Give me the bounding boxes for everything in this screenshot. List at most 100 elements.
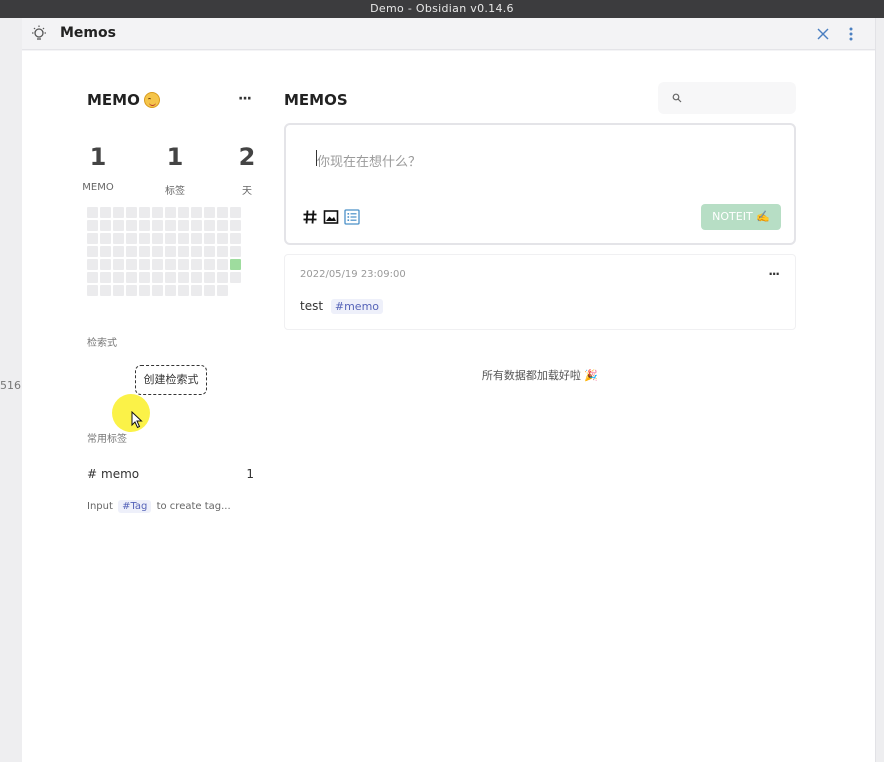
heatmap-cell[interactable] [139, 246, 150, 257]
heatmap-cell[interactable] [230, 246, 241, 257]
heatmap-cell[interactable] [165, 207, 176, 218]
heatmap-cell[interactable] [100, 246, 111, 257]
close-icon[interactable] [814, 25, 832, 43]
heatmap-cell[interactable] [178, 272, 189, 283]
heatmap-cell[interactable] [191, 220, 202, 231]
tag-item-memo[interactable]: # memo 1 [87, 467, 255, 485]
heatmap-cell[interactable] [126, 259, 137, 270]
heatmap-cell[interactable] [191, 285, 202, 296]
heatmap-cell[interactable] [191, 272, 202, 283]
heatmap-cell[interactable] [126, 220, 137, 231]
heatmap-cell[interactable] [126, 233, 137, 244]
heatmap-cell[interactable] [126, 285, 137, 296]
hash-icon[interactable] [302, 209, 318, 225]
heatmap-cell[interactable] [230, 207, 241, 218]
heatmap-cell[interactable] [152, 207, 163, 218]
heatmap-cell[interactable] [191, 233, 202, 244]
heatmap-cell[interactable] [165, 233, 176, 244]
heatmap-cell[interactable] [230, 220, 241, 231]
heatmap-cell[interactable] [178, 285, 189, 296]
memo-editor[interactable]: 你现在在想什么？ NOTEIT ✍️ [284, 123, 796, 245]
more-vertical-icon[interactable] [846, 25, 856, 43]
heatmap-cell[interactable] [191, 207, 202, 218]
heatmap-cell[interactable] [204, 246, 215, 257]
heatmap-cell[interactable] [113, 272, 124, 283]
heatmap-cell[interactable] [217, 272, 228, 283]
noteit-button[interactable]: NOTEIT ✍️ [701, 204, 781, 230]
heatmap-cell[interactable] [113, 233, 124, 244]
heatmap-cell[interactable] [204, 272, 215, 283]
heatmap-cell[interactable] [100, 207, 111, 218]
heatmap-cell[interactable] [217, 220, 228, 231]
heatmap-cell[interactable] [191, 246, 202, 257]
heatmap-cell[interactable] [165, 272, 176, 283]
memo-content: test #memo [300, 299, 384, 314]
heatmap-cell[interactable] [217, 207, 228, 218]
heatmap-cell[interactable] [87, 220, 98, 231]
heatmap-cell[interactable] [217, 259, 228, 270]
heatmap-cell[interactable] [113, 259, 124, 270]
heatmap-cell[interactable] [217, 285, 228, 296]
heatmap-cell[interactable] [100, 220, 111, 231]
heatmap-cell[interactable] [139, 285, 150, 296]
heatmap-cell[interactable] [87, 272, 98, 283]
heatmap-cell[interactable] [191, 259, 202, 270]
heatmap-cell[interactable] [139, 272, 150, 283]
heatmap-cell[interactable] [87, 259, 98, 270]
heatmap-cell[interactable] [204, 207, 215, 218]
heatmap-cell[interactable] [87, 246, 98, 257]
heatmap-cell[interactable] [139, 259, 150, 270]
heatmap-cell[interactable] [126, 246, 137, 257]
smiley-emoji-icon [144, 92, 160, 108]
heatmap-cell[interactable] [230, 233, 241, 244]
heatmap-cell[interactable] [230, 259, 241, 270]
heatmap-cell[interactable] [152, 233, 163, 244]
heatmap-cell[interactable] [113, 220, 124, 231]
list-icon[interactable] [344, 209, 360, 225]
heatmap-cell[interactable] [126, 272, 137, 283]
heatmap-cell[interactable] [178, 246, 189, 257]
tag-hint: Input #Tag to create tag... [87, 500, 231, 513]
heatmap-cell[interactable] [165, 285, 176, 296]
heatmap-cell[interactable] [152, 259, 163, 270]
heatmap-cell[interactable] [204, 233, 215, 244]
heatmap-cell[interactable] [217, 233, 228, 244]
editor-placeholder[interactable]: 你现在在想什么？ [317, 151, 421, 170]
heatmap-cell[interactable] [87, 285, 98, 296]
heatmap-cell[interactable] [165, 246, 176, 257]
heatmap-cell[interactable] [100, 285, 111, 296]
heatmap-cell[interactable] [152, 272, 163, 283]
sidebar-more-button[interactable]: ··· [238, 91, 252, 107]
heatmap-cell[interactable] [139, 233, 150, 244]
heatmap-cell[interactable] [152, 285, 163, 296]
heatmap-cell[interactable] [100, 272, 111, 283]
heatmap-cell[interactable] [87, 233, 98, 244]
create-query-button[interactable]: 创建检索式 [135, 365, 207, 395]
heatmap-cell[interactable] [113, 285, 124, 296]
heatmap-cell[interactable] [139, 220, 150, 231]
heatmap-cell[interactable] [87, 207, 98, 218]
heatmap-cell[interactable] [113, 207, 124, 218]
heatmap-cell[interactable] [139, 207, 150, 218]
heatmap-cell[interactable] [178, 220, 189, 231]
heatmap-cell[interactable] [230, 272, 241, 283]
search-input[interactable] [658, 82, 796, 114]
heatmap-cell[interactable] [178, 233, 189, 244]
heatmap-cell[interactable] [100, 233, 111, 244]
memo-more-button[interactable]: ··· [768, 267, 780, 281]
heatmap-cell[interactable] [100, 259, 111, 270]
heatmap-cell[interactable] [113, 246, 124, 257]
heatmap-cell[interactable] [178, 207, 189, 218]
heatmap-cell[interactable] [204, 259, 215, 270]
heatmap-cell[interactable] [126, 207, 137, 218]
heatmap-cell[interactable] [217, 246, 228, 257]
heatmap-cell[interactable] [178, 259, 189, 270]
heatmap-cell[interactable] [165, 220, 176, 231]
heatmap-cell[interactable] [152, 220, 163, 231]
heatmap-cell[interactable] [152, 246, 163, 257]
memo-tag[interactable]: #memo [330, 299, 384, 314]
heatmap-cell[interactable] [204, 220, 215, 231]
heatmap-cell[interactable] [165, 259, 176, 270]
image-icon[interactable] [323, 209, 339, 225]
heatmap-cell[interactable] [204, 285, 215, 296]
